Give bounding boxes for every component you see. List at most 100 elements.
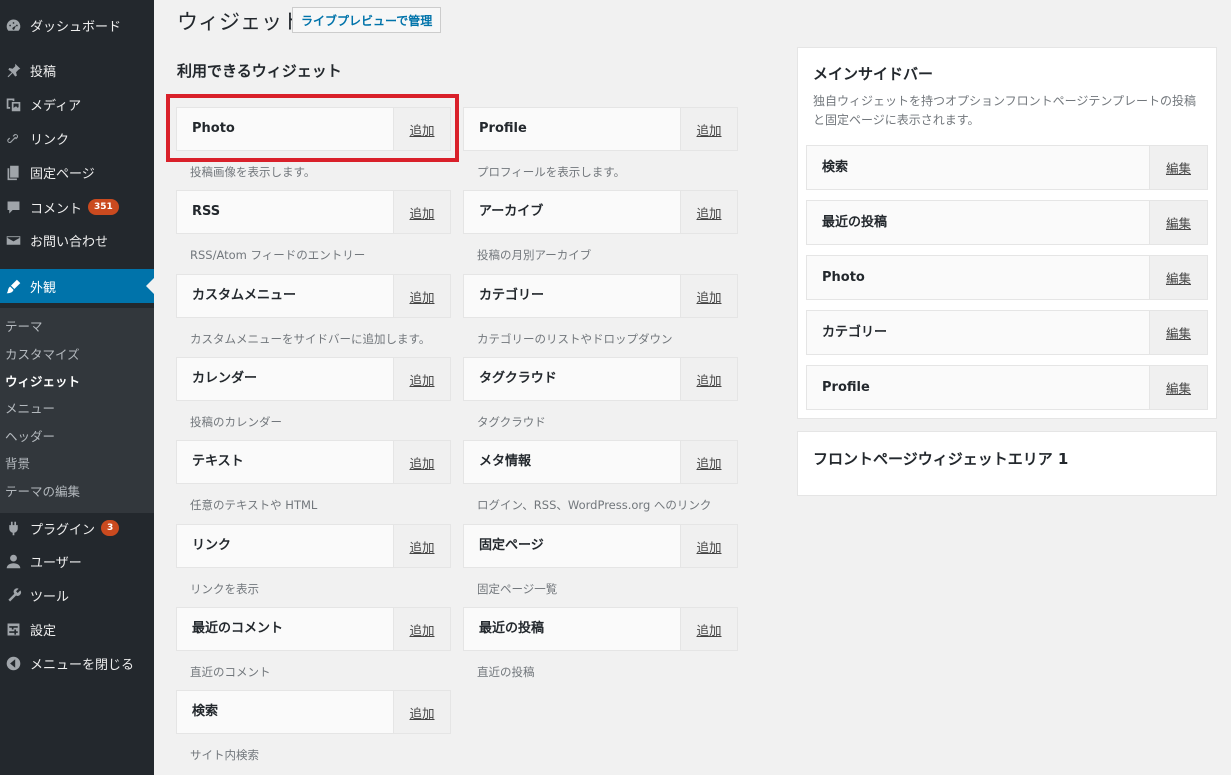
widget-description: 固定ページ一覧 — [477, 582, 558, 596]
highlight-box — [166, 94, 459, 162]
menu-item-users[interactable]: ユーザー — [0, 544, 154, 578]
sidebar-widget[interactable]: Photo 編集 — [806, 255, 1208, 300]
add-widget-button[interactable]: 追加 — [680, 108, 737, 150]
menu-label: メディア — [30, 98, 82, 114]
add-widget-button[interactable]: 追加 — [393, 275, 450, 317]
menu-item-tools[interactable]: ツール — [0, 578, 154, 612]
widget-name: カスタムメニュー — [192, 288, 297, 303]
available-widget[interactable]: アーカイブ 追加 — [463, 190, 738, 234]
plugin-icon — [4, 519, 22, 537]
add-widget-button[interactable]: 追加 — [680, 358, 737, 400]
available-widget[interactable]: メタ情報 追加 — [463, 440, 738, 484]
page-title: ウィジェット — [177, 10, 303, 34]
front-page-area-title[interactable]: フロントページウィジェットエリア 1 — [813, 448, 1068, 469]
widget-description: サイト内検索 — [190, 748, 259, 762]
edit-widget-button[interactable]: 編集 — [1149, 311, 1207, 354]
edit-widget-button[interactable]: 編集 — [1149, 256, 1207, 299]
submenu-header[interactable]: ヘッダー — [5, 426, 55, 445]
add-widget-button[interactable]: 追加 — [680, 608, 737, 650]
widget-description: 直近の投稿 — [477, 665, 535, 679]
edit-widget-button[interactable]: 編集 — [1149, 201, 1207, 244]
add-widget-button[interactable]: 追加 — [680, 275, 737, 317]
main-sidebar-title[interactable]: メインサイドバー — [813, 63, 933, 84]
add-widget-button[interactable]: 追加 — [393, 441, 450, 483]
sidebar-widget[interactable]: 最近の投稿 編集 — [806, 200, 1208, 245]
sidebar-widget[interactable]: Profile 編集 — [806, 365, 1208, 410]
dashboard-icon — [4, 16, 22, 34]
live-preview-button[interactable]: ライブプレビューで管理 — [292, 7, 442, 33]
add-widget-button[interactable]: 追加 — [680, 525, 737, 567]
add-widget-button[interactable]: 追加 — [680, 191, 737, 233]
available-widget[interactable]: 固定ページ 追加 — [463, 524, 738, 568]
widget-name: カレンダー — [192, 371, 258, 386]
widget-name: リンク — [192, 538, 232, 553]
widget-description: 直近のコメント — [190, 665, 271, 679]
add-widget-button[interactable]: 追加 — [393, 608, 450, 650]
menu-item-media[interactable]: メディア — [0, 87, 154, 121]
add-widget-button[interactable]: 追加 — [393, 525, 450, 567]
menu-label: ダッシュボード — [30, 19, 122, 35]
menu-item-appearance[interactable]: 外観 — [0, 269, 154, 303]
widget-name: RSS — [192, 204, 221, 219]
sidebar-widget[interactable]: カテゴリー 編集 — [806, 310, 1208, 355]
menu-item-links[interactable]: リンク — [0, 121, 154, 155]
available-widget[interactable]: リンク 追加 — [176, 524, 451, 568]
menu-label: ツール — [30, 589, 70, 605]
available-widget[interactable]: 最近のコメント 追加 — [176, 607, 451, 651]
widget-name: 最近の投稿 — [479, 621, 545, 636]
menu-label: コメント — [30, 201, 83, 217]
menu-label: 外観 — [30, 280, 57, 296]
available-widget[interactable]: Profile 追加 — [463, 107, 738, 151]
submenu-widgets[interactable]: ウィジェット — [5, 371, 80, 390]
widget-description: ログイン、RSS、WordPress.org へのリンク — [477, 498, 712, 512]
available-widget[interactable]: 最近の投稿 追加 — [463, 607, 738, 651]
settings-icon — [4, 620, 22, 638]
widget-name: Profile — [479, 121, 527, 136]
menu-item-contact[interactable]: お問い合わせ — [0, 223, 154, 257]
add-widget-button[interactable]: 追加 — [393, 691, 450, 733]
available-widget[interactable]: RSS 追加 — [176, 190, 451, 234]
add-widget-button[interactable]: 追加 — [393, 191, 450, 233]
available-widget[interactable]: カスタムメニュー 追加 — [176, 274, 451, 318]
appearance-submenu: テーマ カスタマイズ ウィジェット メニュー ヘッダー 背景 テーマの編集 — [0, 308, 154, 513]
available-widget[interactable]: タグクラウド 追加 — [463, 357, 738, 401]
menu-label: 固定ページ — [30, 166, 95, 182]
menu-label: プラグイン — [30, 522, 96, 538]
menu-label: お問い合わせ — [30, 234, 109, 250]
media-icon — [4, 95, 22, 113]
widget-description: カテゴリーのリストやドロップダウン — [477, 332, 673, 346]
widget-name: テキスト — [192, 454, 244, 469]
submenu-background[interactable]: 背景 — [5, 453, 30, 472]
add-widget-button[interactable]: 追加 — [680, 441, 737, 483]
sidebar-widget[interactable]: 検索 編集 — [806, 145, 1208, 190]
menu-item-settings[interactable]: 設定 — [0, 612, 154, 646]
plugin-update-badge: 3 — [101, 520, 120, 536]
add-widget-button[interactable]: 追加 — [393, 358, 450, 400]
menu-item-posts[interactable]: 投稿 — [0, 53, 154, 87]
submenu-themes[interactable]: テーマ — [5, 316, 43, 335]
available-widget[interactable]: 検索 追加 — [176, 690, 451, 734]
available-widget[interactable]: テキスト 追加 — [176, 440, 451, 484]
widget-description: RSS/Atom フィードのエントリー — [190, 248, 366, 262]
menu-item-plugins[interactable]: プラグイン 3 — [0, 511, 154, 545]
menu-label: 投稿 — [30, 64, 57, 80]
pin-icon — [4, 61, 22, 79]
menu-label: リンク — [30, 132, 70, 148]
edit-widget-button[interactable]: 編集 — [1149, 146, 1207, 189]
comment-count-badge: 351 — [88, 199, 119, 215]
widget-description: 投稿の月別アーカイブ — [477, 248, 592, 262]
admin-sidebar: ダッシュボード 投稿 メディア リンク 固定ページ コメント 351 お問い合わ… — [0, 0, 154, 775]
submenu-customize[interactable]: カスタマイズ — [5, 344, 80, 363]
widget-name: Profile — [822, 380, 870, 395]
submenu-theme-editor[interactable]: テーマの編集 — [5, 481, 80, 500]
widget-name: 検索 — [822, 160, 849, 175]
submenu-menus[interactable]: メニュー — [5, 398, 55, 417]
available-widget[interactable]: カテゴリー 追加 — [463, 274, 738, 318]
menu-item-collapse[interactable]: メニューを閉じる — [0, 646, 154, 680]
menu-item-pages[interactable]: 固定ページ — [0, 155, 154, 189]
brush-icon — [4, 277, 22, 295]
menu-item-comments[interactable]: コメント 351 — [0, 190, 154, 224]
edit-widget-button[interactable]: 編集 — [1149, 366, 1207, 409]
menu-item-dashboard[interactable]: ダッシュボード — [0, 8, 154, 42]
available-widget[interactable]: カレンダー 追加 — [176, 357, 451, 401]
